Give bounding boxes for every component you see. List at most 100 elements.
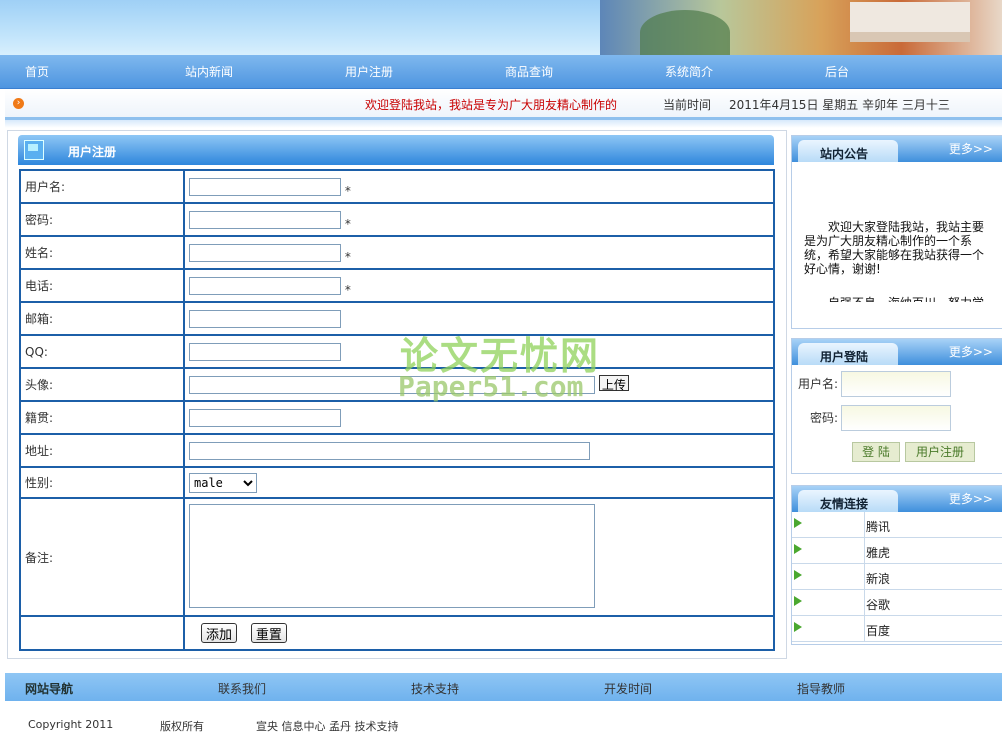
upload-button[interactable]: 上传	[598, 375, 629, 392]
register-form: 用户名: * 密码: * 姓名: * 电话: * 邮箱: QQ: 头像: 上传 …	[19, 169, 775, 651]
login-password-input[interactable]	[841, 405, 951, 431]
footer-nav: 网站导航 联系我们 技术支持 开发时间 指导教师	[5, 673, 1002, 701]
link-yahoo[interactable]: 雅虎	[866, 544, 890, 561]
hometown-input[interactable]	[189, 408, 341, 427]
link-google[interactable]: 谷歌	[866, 596, 890, 613]
arrow-bullet-icon	[794, 518, 802, 528]
nav-item-products[interactable]: 商品查询	[505, 63, 553, 80]
form-row-password: 密码: *	[19, 202, 775, 237]
link-row: 雅虎	[792, 538, 1002, 564]
gender-label: 性别:	[19, 466, 185, 499]
form-row-qq: QQ:	[19, 334, 775, 369]
required-mark: *	[344, 282, 351, 297]
password-label: 密码:	[19, 202, 185, 237]
login-username-input[interactable]	[841, 371, 951, 397]
footer-support-link[interactable]: 技术支持	[411, 680, 459, 697]
form-row-username: 用户名: *	[19, 169, 775, 204]
nav-item-news[interactable]: 站内新闻	[185, 63, 233, 80]
realname-label: 姓名:	[19, 235, 185, 270]
link-baidu[interactable]: 百度	[866, 622, 890, 639]
link-row: 腾讯	[792, 512, 1002, 538]
qq-label: QQ:	[19, 334, 185, 369]
links-more-link[interactable]: 更多>>	[949, 490, 993, 507]
arrow-circle-icon: ›	[13, 98, 24, 109]
login-box: 用户登陆 更多>> 用户名: 密码: 登 陆 用户注册	[791, 338, 1002, 474]
address-label: 地址:	[19, 433, 185, 468]
footer-title: 网站导航	[25, 682, 74, 696]
main-nav: 首页 站内新闻 用户注册 商品查询 系统简介 后台	[0, 55, 1002, 89]
form-row-avatar: 头像: 上传	[19, 367, 775, 402]
arrow-bullet-icon	[794, 544, 802, 554]
support-text: 宣央 信息中心 孟丹 技术支持	[256, 720, 399, 733]
login-username-label: 用户名:	[798, 377, 839, 391]
realname-input[interactable]	[189, 243, 341, 262]
form-row-realname: 姓名: *	[19, 235, 775, 270]
notice-title: 站内公告	[820, 147, 869, 161]
username-label: 用户名:	[19, 169, 185, 204]
password-input[interactable]	[189, 210, 341, 229]
reset-button[interactable]: 重置	[250, 623, 287, 643]
remark-label: 备注:	[19, 497, 185, 617]
form-row-gender: 性别: male	[19, 466, 775, 499]
nav-item-admin[interactable]: 后台	[825, 63, 849, 80]
arrow-bullet-icon	[794, 622, 802, 632]
login-more-link[interactable]: 更多>>	[949, 343, 993, 360]
marquee-text: 欢迎登陆我站，我站是专为广大朋友精心制作的	[365, 98, 618, 112]
form-row-remark: 备注:	[19, 497, 775, 617]
add-button[interactable]: 添加	[201, 623, 238, 643]
nav-item-register[interactable]: 用户注册	[345, 63, 393, 80]
link-row: 新浪	[792, 564, 1002, 590]
links-box: 友情连接 更多>> 腾讯 雅虎 新浪 谷歌 百度	[791, 485, 1002, 645]
register-title: 用户注册	[68, 145, 117, 159]
login-button[interactable]: 登 陆	[852, 442, 900, 462]
phone-input[interactable]	[189, 276, 341, 295]
notice-scroll-text: 自强不息，海纳百川，努力学	[828, 294, 984, 302]
divider-bar	[5, 120, 1002, 128]
nav-item-about[interactable]: 系统简介	[665, 63, 713, 80]
email-input[interactable]	[189, 309, 341, 328]
avatar-label: 头像:	[19, 367, 185, 402]
form-row-email: 邮箱:	[19, 301, 775, 336]
address-input[interactable]	[189, 441, 590, 460]
notice-box: 站内公告 更多>> 欢迎大家登陆我站，我站主要是为广大朋友精心制作的一个系统，希…	[791, 135, 1002, 329]
form-row-hometown: 籍贯:	[19, 400, 775, 435]
rights-text: 版权所有	[160, 720, 204, 733]
notice-text: 欢迎大家登陆我站，我站主要是为广大朋友精心制作的一个系统，希望大家能够在我站获得…	[804, 220, 985, 276]
nav-item-home[interactable]: 首页	[25, 63, 49, 80]
form-row-address: 地址:	[19, 433, 775, 468]
required-mark: *	[344, 249, 351, 264]
login-password-label: 密码:	[810, 411, 839, 425]
date-label: 当前时间	[663, 98, 712, 112]
register-panel: 用户注册 用户名: * 密码: * 姓名: * 电话: * 邮箱: QQ: 头像…	[7, 130, 787, 659]
date-value: 2011年4月15日 星期五 辛卯年 三月十三	[729, 98, 950, 112]
hometown-label: 籍贯:	[19, 400, 185, 435]
header-banner	[0, 0, 1002, 55]
link-row: 百度	[792, 616, 1002, 642]
email-label: 邮箱:	[19, 301, 185, 336]
register-header: 用户注册	[18, 135, 774, 165]
link-sina[interactable]: 新浪	[866, 570, 890, 587]
footer-devtime-link[interactable]: 开发时间	[604, 680, 652, 697]
arrow-bullet-icon	[794, 596, 802, 606]
qq-input[interactable]	[189, 342, 341, 361]
banner-photo	[600, 0, 1002, 55]
username-input[interactable]	[189, 177, 341, 196]
link-row: 谷歌	[792, 590, 1002, 616]
remark-textarea[interactable]	[189, 503, 595, 608]
link-tencent[interactable]: 腾讯	[866, 518, 890, 535]
form-row-phone: 电话: *	[19, 268, 775, 303]
links-title: 友情连接	[820, 497, 869, 511]
gender-select[interactable]: male	[189, 472, 257, 493]
marquee-bar: › 欢迎登陆我站，我站是专为广大朋友精心制作的 当前时间 2011年4月15日 …	[5, 89, 1002, 121]
form-row-actions: 添加 重置	[19, 615, 775, 651]
footer-teacher-link[interactable]: 指导教师	[797, 680, 845, 697]
login-register-button[interactable]: 用户注册	[905, 442, 975, 462]
phone-label: 电话:	[19, 268, 185, 303]
arrow-bullet-icon	[794, 570, 802, 580]
required-mark: *	[344, 183, 351, 198]
required-mark: *	[344, 216, 351, 231]
notice-more-link[interactable]: 更多>>	[949, 140, 993, 157]
monitor-icon	[24, 140, 44, 160]
login-title: 用户登陆	[820, 350, 869, 364]
footer-contact-link[interactable]: 联系我们	[218, 680, 266, 697]
